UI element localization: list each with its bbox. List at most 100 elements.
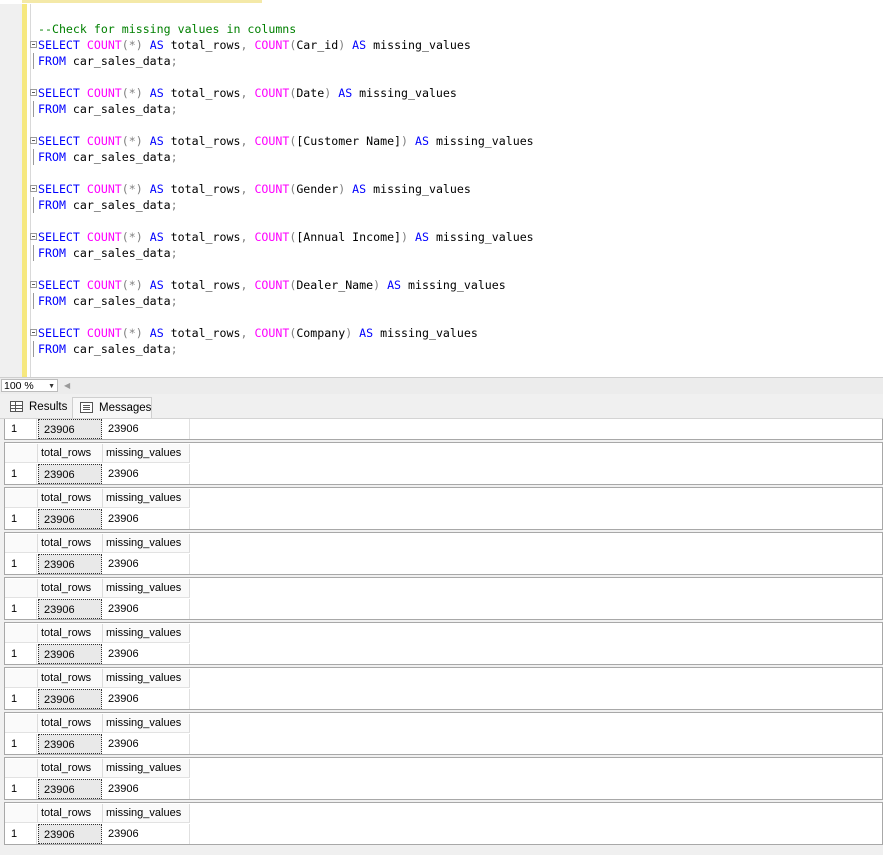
grid-icon: [10, 401, 23, 412]
grid-corner[interactable]: [5, 579, 38, 598]
selected-cell[interactable]: 23906: [38, 689, 102, 709]
column-header[interactable]: total_rows: [38, 804, 103, 823]
scroll-left-icon[interactable]: ◀: [64, 381, 70, 390]
code-token: ,: [240, 38, 255, 52]
code-token: missing_values: [408, 278, 506, 292]
collapse-toggle-icon[interactable]: [30, 185, 37, 192]
row-number[interactable]: 1: [5, 734, 37, 754]
column-header[interactable]: total_rows: [38, 714, 103, 733]
code-token: total_rows: [170, 230, 241, 244]
code-token: missing_values: [373, 182, 471, 196]
code-token: COUNT: [254, 134, 290, 148]
selected-cell[interactable]: 23906: [38, 644, 102, 664]
grid-corner[interactable]: [5, 759, 38, 778]
column-header[interactable]: total_rows: [38, 624, 103, 643]
collapse-toggle-icon[interactable]: [30, 329, 37, 336]
result-grid[interactable]: total_rows missing_values 1 23906 23906: [4, 757, 883, 800]
grid-corner[interactable]: [5, 714, 38, 733]
grid-corner[interactable]: [5, 624, 38, 643]
column-header[interactable]: missing_values: [103, 759, 190, 778]
zoom-dropdown[interactable]: 100 % ▼: [1, 379, 58, 392]
code-token: COUNT: [254, 326, 290, 340]
table-cell[interactable]: 23906: [103, 644, 190, 664]
code-token: missing_values: [359, 86, 457, 100]
table-cell[interactable]: 23906: [103, 554, 190, 574]
row-number[interactable]: 1: [5, 599, 37, 619]
code-line: SELECT COUNT(*) AS total_rows, COUNT([An…: [30, 229, 534, 245]
result-grid[interactable]: total_rows missing_values 1 23906 23906: [4, 487, 883, 530]
fold-guide-line: [33, 149, 34, 165]
grid-corner[interactable]: [5, 669, 38, 688]
table-cell[interactable]: 23906: [103, 824, 190, 844]
grid-corner[interactable]: [5, 534, 38, 553]
table-cell[interactable]: 23906: [103, 689, 190, 709]
fold-guide-line: [33, 245, 34, 261]
column-header[interactable]: missing_values: [103, 444, 190, 463]
column-header[interactable]: missing_values: [103, 624, 190, 643]
tab-messages[interactable]: Messages: [72, 397, 152, 418]
column-header[interactable]: missing_values: [103, 669, 190, 688]
code-token: AS: [142, 278, 171, 292]
row-number[interactable]: 1: [5, 554, 37, 574]
row-number[interactable]: 1: [5, 509, 37, 529]
code-token: car_sales_data: [72, 102, 171, 116]
selected-cell[interactable]: 23906: [38, 464, 102, 484]
table-cell[interactable]: 23906: [103, 419, 190, 439]
row-number[interactable]: 1: [5, 689, 37, 709]
column-header[interactable]: total_rows: [38, 444, 103, 463]
result-grid[interactable]: total_rows missing_values 1 23906 23906: [4, 622, 883, 665]
collapse-toggle-icon[interactable]: [30, 281, 37, 288]
table-cell[interactable]: 23906: [103, 779, 190, 799]
collapse-toggle-icon[interactable]: [30, 137, 37, 144]
column-header[interactable]: missing_values: [103, 489, 190, 508]
row-number[interactable]: 1: [5, 419, 37, 439]
code-text[interactable]: --Check for missing values in columns SEL…: [30, 21, 534, 357]
column-header[interactable]: missing_values: [103, 534, 190, 553]
selected-cell[interactable]: 23906: [38, 599, 102, 619]
query-editor[interactable]: --Check for missing values in columns SEL…: [0, 4, 883, 377]
result-grid[interactable]: total_rows missing_values 1 23906 23906: [4, 802, 883, 845]
code-token: SELECT: [38, 230, 87, 244]
column-header[interactable]: total_rows: [38, 534, 103, 553]
row-number[interactable]: 1: [5, 824, 37, 844]
result-grid[interactable]: total_rows missing_values 1 23906 23906: [4, 577, 883, 620]
table-cell[interactable]: 23906: [103, 509, 190, 529]
selected-cell[interactable]: 23906: [38, 779, 102, 799]
table-cell[interactable]: 23906: [103, 599, 190, 619]
selected-cell[interactable]: 23906: [38, 824, 102, 844]
table-cell[interactable]: 23906: [103, 464, 190, 484]
selected-cell[interactable]: 23906: [38, 419, 102, 439]
selected-cell[interactable]: 23906: [38, 734, 102, 754]
column-header[interactable]: missing_values: [103, 714, 190, 733]
column-header[interactable]: total_rows: [38, 759, 103, 778]
selected-cell[interactable]: 23906: [38, 554, 102, 574]
column-header[interactable]: missing_values: [103, 579, 190, 598]
collapse-toggle-icon[interactable]: [30, 41, 37, 48]
grid-corner[interactable]: [5, 804, 38, 823]
result-grid[interactable]: total_rows missing_values 1 23906 23906: [4, 667, 883, 710]
result-grid[interactable]: total_rows missing_values 1 23906 23906: [4, 532, 883, 575]
table-cell[interactable]: 23906: [103, 734, 190, 754]
code-token: ;: [170, 102, 178, 116]
column-header[interactable]: total_rows: [38, 489, 103, 508]
code-token: Car_id: [296, 38, 339, 52]
result-grid[interactable]: 1 23906 23906: [4, 419, 883, 440]
row-number[interactable]: 1: [5, 644, 37, 664]
code-token: ,: [240, 182, 255, 196]
column-header[interactable]: missing_values: [103, 804, 190, 823]
code-token: FROM: [38, 102, 73, 116]
result-grid[interactable]: total_rows missing_values 1 23906 23906: [4, 712, 883, 755]
row-number[interactable]: 1: [5, 779, 37, 799]
grid-corner[interactable]: [5, 444, 38, 463]
collapse-toggle-icon[interactable]: [30, 89, 37, 96]
column-header[interactable]: total_rows: [38, 579, 103, 598]
selected-cell[interactable]: 23906: [38, 509, 102, 529]
row-number[interactable]: 1: [5, 464, 37, 484]
grid-corner[interactable]: [5, 489, 38, 508]
tab-results[interactable]: Results: [3, 397, 71, 418]
document-tab-fragment[interactable]: [22, 0, 262, 3]
result-grid[interactable]: total_rows missing_values 1 23906 23906: [4, 442, 883, 485]
column-header[interactable]: total_rows: [38, 669, 103, 688]
collapse-toggle-icon[interactable]: [30, 233, 37, 240]
